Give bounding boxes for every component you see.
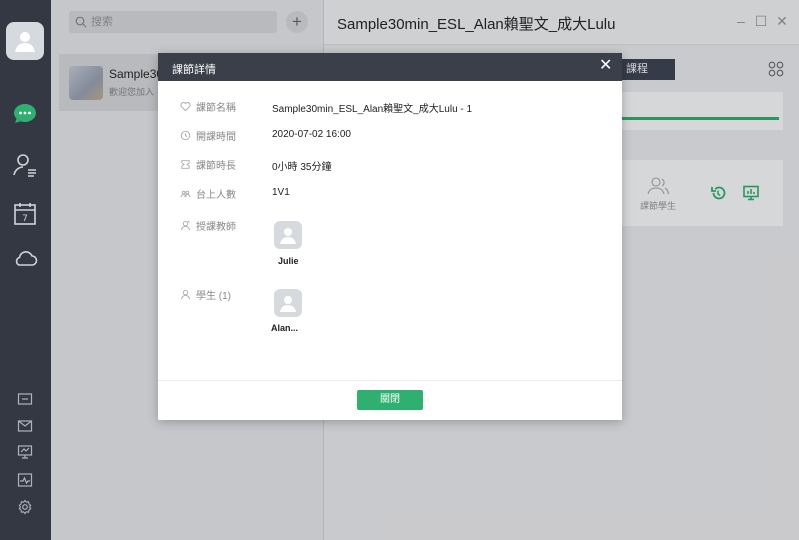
dialog-title: 課節詳情 [172,64,216,76]
close-button[interactable]: 關閉 [357,390,423,410]
dialog-footer-divider [158,380,622,381]
teacher-icon [178,220,192,231]
contacts-nav-button[interactable] [12,152,38,178]
clock-icon [178,130,192,141]
teacher-avatar [274,221,302,249]
user-avatar[interactable] [6,22,44,60]
contacts-icon [13,154,36,177]
svg-text:7: 7 [22,214,28,224]
calendar-nav-button[interactable]: 7 [12,201,38,227]
student-icon [178,289,192,300]
field-label: 開課時間 [196,131,236,143]
activity-nav-button[interactable] [16,471,34,489]
heart-icon [178,101,192,112]
field-label: 學生 (1) [196,290,231,302]
whiteboard-icon [17,445,33,459]
student-name: Alan... [271,323,299,333]
field-start-time-label: 開課時間 [178,127,236,143]
chat-nav-button[interactable] [12,101,38,127]
stage-count-value: 1V1 [272,187,290,198]
folder-nav-button[interactable] [16,390,34,408]
mail-nav-button[interactable] [16,417,34,435]
person-icon [15,32,35,52]
stage-icon [178,188,192,199]
chat-bubble-icon [14,104,36,123]
dialog-close-button[interactable]: ✕ [599,58,612,74]
start-time-value: 2020-07-02 16:00 [272,129,351,140]
field-teacher-label: 授課教師 [178,217,236,233]
cloud-nav-button[interactable] [12,245,38,271]
person-icon [280,228,296,244]
left-rail: 7 [0,0,51,540]
field-label: 課節時長 [196,160,236,172]
student-avatar [274,289,302,317]
gear-icon [18,499,32,515]
field-stage-count-label: 台上人數 [178,185,236,201]
field-label: 課節名稱 [196,102,236,114]
person-icon [280,296,296,312]
cloud-icon [15,251,38,266]
field-students-label: 學生 (1) [178,286,231,302]
timer-icon [178,159,192,170]
board-nav-button[interactable] [16,443,34,461]
field-lesson-name-label: 課節名稱 [178,98,236,114]
mail-icon [17,420,33,432]
dialog-header: 課節詳情 ✕ [158,53,622,81]
teacher-name: Julie [278,256,299,266]
activity-icon [17,473,33,487]
settings-nav-button[interactable] [16,498,34,516]
field-label: 台上人數 [196,189,236,201]
folder-icon [17,393,33,405]
duration-value: 0小時 35分鐘 [272,162,332,173]
calendar-icon: 7 [14,203,36,225]
field-label: 授課教師 [196,221,236,233]
field-duration-label: 課節時長 [178,156,236,172]
lesson-name-value: Sample30min_ESL_Alan賴聖文_成大Lulu - 1 [272,104,473,115]
lesson-details-dialog: 課節詳情 ✕ 課節名稱 Sample30min_ESL_Alan賴聖文_成大Lu… [158,53,622,420]
